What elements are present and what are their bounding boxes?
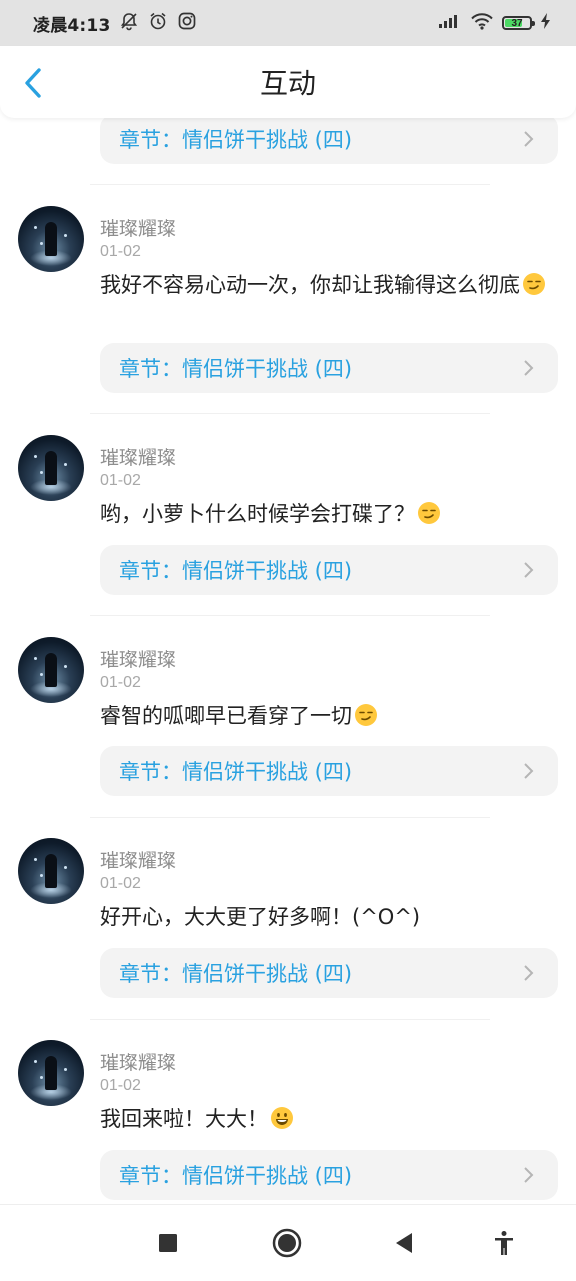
system-nav-bar [0,1204,576,1281]
avatar-figure [45,451,57,485]
chevron-right-icon [524,131,534,147]
alarm-icon [148,11,168,35]
page-title: 互动 [259,67,316,100]
chapter-link[interactable]: 章节：情侣饼干挑战 (四) [100,1150,558,1200]
grin-emoji-icon [271,1107,293,1129]
smirk-emoji-icon [418,502,440,524]
comment-text: 哟，小萝卜什么时候学会打碟了？ [100,499,550,529]
comment-text-content: 哟，小萝卜什么时候学会打碟了？ [100,502,415,526]
accessibility-button[interactable] [486,1225,522,1261]
wifi-icon [470,12,494,34]
comment-text-content: 睿智的呱唧早已看穿了一切 [100,704,352,728]
chapter-link-label: 章节：情侣饼干挑战 (四) [119,962,353,986]
avatar-spark [40,673,43,676]
comment-text: 我回来啦！大大！ [100,1104,550,1134]
avatar[interactable] [18,206,84,272]
comment-text-content: 我好不容易心动一次，你却让我输得这么彻底 [100,273,520,297]
avatar-spark [40,242,43,245]
status-right: 37 [438,0,552,46]
chapter-link-label: 章节：情侣饼干挑战 (四) [119,1164,353,1188]
chevron-right-icon [524,763,534,779]
bell-off-icon [119,11,139,35]
avatar-spark [64,463,67,466]
username[interactable]: 璀璨耀璨 [100,443,176,470]
recents-button[interactable] [150,1225,186,1261]
separator [90,184,490,185]
comments-list[interactable]: 章节：情侣饼干挑战 (四) 璀璨耀璨 01-02 我好不容易心动一次，你却让我输… [0,118,576,1204]
separator [90,413,490,414]
chapter-link-label: 章节：情侣饼干挑战 (四) [119,760,353,784]
chevron-right-icon [524,1167,534,1183]
chevron-right-icon [524,562,534,578]
accessibility-icon [495,1231,513,1255]
back-nav-button[interactable] [386,1225,422,1261]
avatar-spark [34,657,37,660]
avatar-spark [64,665,67,668]
comment-date: 01-02 [100,1077,141,1094]
comment-date: 01-02 [100,674,141,691]
chevron-right-icon [524,965,534,981]
avatar-spark [34,455,37,458]
chevron-right-icon [524,360,534,376]
header: 互动 [0,46,576,118]
avatar-figure [45,653,57,687]
comment-text: 好开心，大大更了好多啊！(^O^) [100,902,550,932]
chapter-link-label: 章节：情侣饼干挑战 (四) [119,357,353,381]
avatar-spark [64,234,67,237]
status-bar: 凌晨4:13 37 [0,0,576,46]
avatar-spark [64,866,67,869]
avatar[interactable] [18,1040,84,1106]
avatar-spark [40,874,43,877]
home-button[interactable] [269,1225,305,1261]
signal-icon [438,13,462,33]
chapter-link[interactable]: 章节：情侣饼干挑战 (四) [100,545,558,595]
separator [90,1019,490,1020]
username[interactable]: 璀璨耀璨 [100,214,176,241]
avatar-spark [64,1068,67,1071]
comment-date: 01-02 [100,472,141,489]
chapter-link-label: 章节：情侣饼干挑战 (四) [119,128,353,152]
comment-text: 睿智的呱唧早已看穿了一切 [100,701,550,731]
home-circle-icon [272,1228,302,1258]
avatar-spark [34,226,37,229]
avatar-spark [34,858,37,861]
smirk-emoji-icon [355,704,377,726]
avatar-spark [40,471,43,474]
status-time: 凌晨4:13 [33,15,111,36]
chapter-link[interactable]: 章节：情侣饼干挑战 (四) [100,343,558,393]
chapter-link[interactable]: 章节：情侣饼干挑战 (四) [100,118,558,164]
separator [90,615,490,616]
battery-icon: 37 [502,16,535,30]
avatar-spark [40,1076,43,1079]
username[interactable]: 璀璨耀璨 [100,846,176,873]
chapter-link-label: 章节：情侣饼干挑战 (四) [119,559,353,583]
comment-text-content: 好开心，大大更了好多啊！(^O^) [100,905,421,929]
avatar[interactable] [18,838,84,904]
chapter-link[interactable]: 章节：情侣饼干挑战 (四) [100,948,558,998]
comment-date: 01-02 [100,243,141,260]
username[interactable]: 璀璨耀璨 [100,1048,176,1075]
username[interactable]: 璀璨耀璨 [100,645,176,672]
avatar[interactable] [18,435,84,501]
avatar[interactable] [18,637,84,703]
comment-date: 01-02 [100,875,141,892]
comment-text: 我好不容易心动一次，你却让我输得这么彻底 [100,270,550,300]
status-left: 凌晨4:13 [33,11,197,36]
avatar-spark [34,1060,37,1063]
chevron-left-icon [25,68,41,98]
comment-text-content: 我回来啦！大大！ [100,1107,268,1131]
chapter-link[interactable]: 章节：情侣饼干挑战 (四) [100,746,558,796]
back-button[interactable] [18,66,48,100]
separator [90,817,490,818]
charging-icon [540,12,552,34]
recents-square-icon [159,1234,177,1252]
avatar-figure [45,1056,57,1090]
instagram-icon [177,11,197,35]
avatar-figure [45,854,57,888]
back-triangle-icon [396,1233,412,1253]
battery-percent: 37 [511,17,523,29]
smirk-emoji-icon [523,273,545,295]
avatar-figure [45,222,57,256]
